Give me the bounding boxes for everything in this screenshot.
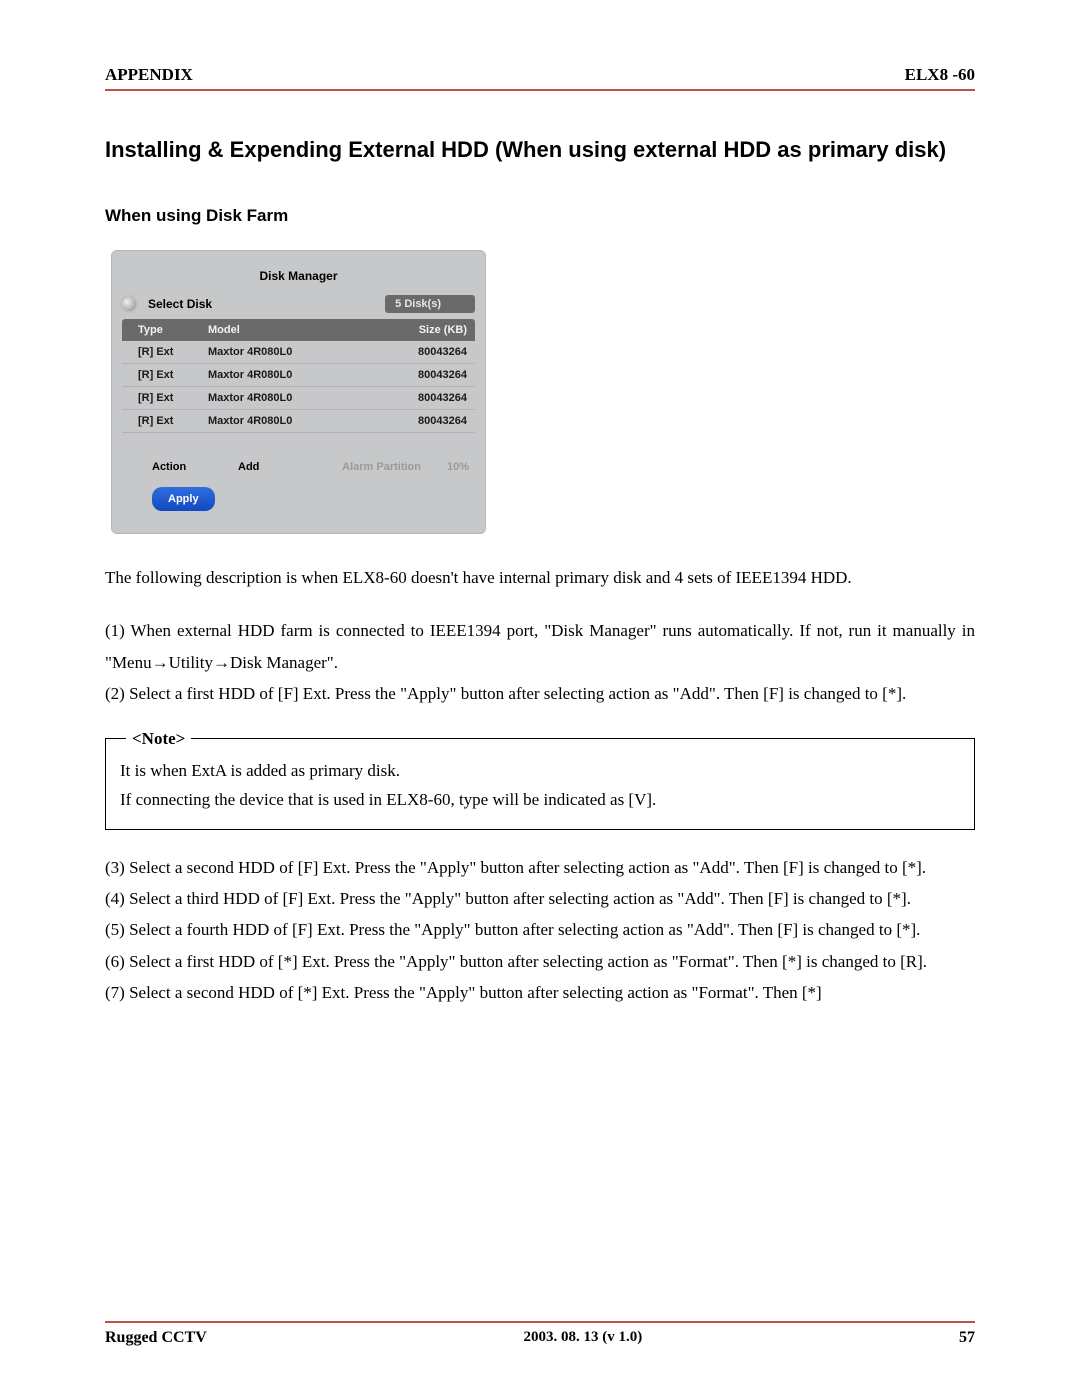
header-rule <box>105 89 975 91</box>
col-size: Size (KB) <box>387 324 475 336</box>
header-right: ELX8 -60 <box>905 65 975 85</box>
select-disk-knob-icon[interactable] <box>122 297 136 311</box>
alarm-partition-value: 10% <box>421 461 475 473</box>
step-6: (6) Select a first HDD of [*] Ext. Press… <box>105 946 975 977</box>
action-label: Action <box>122 461 238 473</box>
cell-type: [R] Ext <box>122 346 208 358</box>
apply-button[interactable]: Apply <box>152 487 215 511</box>
alarm-partition-label: Alarm Partition <box>342 461 421 473</box>
cell-model: Maxtor 4R080L0 <box>208 392 387 404</box>
cell-model: Maxtor 4R080L0 <box>208 415 387 427</box>
dm-table-body: [R] Ext Maxtor 4R080L0 80043264 [R] Ext … <box>122 341 475 433</box>
footer-mid: 2003. 08. 13 (v 1.0) <box>524 1329 643 1347</box>
cell-size: 80043264 <box>387 415 475 427</box>
cell-type: [R] Ext <box>122 392 208 404</box>
col-model: Model <box>208 324 387 336</box>
table-row[interactable]: [R] Ext Maxtor 4R080L0 80043264 <box>122 341 475 364</box>
footer-right: 57 <box>959 1329 975 1347</box>
disk-manager-panel: Disk Manager Select Disk 5 Disk(s) Type … <box>111 250 486 534</box>
dm-table-header: Type Model Size (KB) <box>122 319 475 341</box>
step-1: (1) When external HDD farm is connected … <box>105 615 975 678</box>
step-4: (4) Select a third HDD of [F] Ext. Press… <box>105 883 975 914</box>
section-subhead: When using Disk Farm <box>105 206 975 226</box>
step-3: (3) Select a second HDD of [F] Ext. Pres… <box>105 852 975 883</box>
disk-count-pill[interactable]: 5 Disk(s) <box>385 295 475 313</box>
col-type: Type <box>122 324 208 336</box>
dm-title: Disk Manager <box>122 269 475 283</box>
note-line: It is when ExtA is added as primary disk… <box>120 757 960 786</box>
cell-model: Maxtor 4R080L0 <box>208 346 387 358</box>
cell-size: 80043264 <box>387 392 475 404</box>
cell-type: [R] Ext <box>122 415 208 427</box>
step-2: (2) Select a first HDD of [F] Ext. Press… <box>105 678 975 709</box>
footer-left: Rugged CCTV <box>105 1329 207 1347</box>
table-row[interactable]: [R] Ext Maxtor 4R080L0 80043264 <box>122 364 475 387</box>
step-5: (5) Select a fourth HDD of [F] Ext. Pres… <box>105 914 975 945</box>
cell-type: [R] Ext <box>122 369 208 381</box>
step-7: (7) Select a second HDD of [*] Ext. Pres… <box>105 977 975 1008</box>
cell-size: 80043264 <box>387 369 475 381</box>
table-row[interactable]: [R] Ext Maxtor 4R080L0 80043264 <box>122 387 475 410</box>
table-row[interactable]: [R] Ext Maxtor 4R080L0 80043264 <box>122 410 475 433</box>
header-left: APPENDIX <box>105 65 193 85</box>
cell-size: 80043264 <box>387 346 475 358</box>
action-value[interactable]: Add <box>238 461 316 473</box>
page-title: Installing & Expending External HDD (Whe… <box>105 133 975 166</box>
note-legend: <Note> <box>126 725 191 754</box>
note-box: <Note> It is when ExtA is added as prima… <box>105 738 975 830</box>
intro-paragraph: The following description is when ELX8-6… <box>105 562 975 593</box>
select-disk-label: Select Disk <box>148 297 212 311</box>
note-line: If connecting the device that is used in… <box>120 786 960 815</box>
cell-model: Maxtor 4R080L0 <box>208 369 387 381</box>
footer-rule <box>105 1321 975 1323</box>
